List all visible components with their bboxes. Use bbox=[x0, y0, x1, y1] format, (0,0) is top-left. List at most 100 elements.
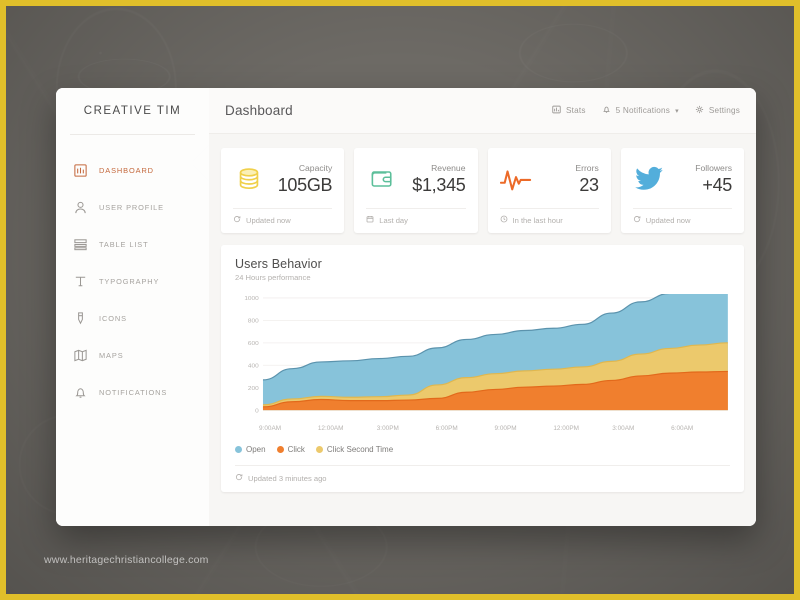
stacked-area-chart: 0 200 400 600 800 1000 bbox=[235, 294, 730, 422]
svg-text:600: 600 bbox=[248, 340, 259, 347]
card-text: Errors 23 bbox=[575, 162, 599, 196]
card-label: Errors bbox=[575, 163, 599, 173]
wallet-icon bbox=[366, 163, 398, 195]
sidebar-item-typography[interactable]: TYPOGRAPHY bbox=[56, 263, 209, 299]
map-icon bbox=[72, 347, 88, 363]
card-footer-label: Last day bbox=[379, 215, 408, 225]
sidebar-nav: DASHBOARD USER PROFILE TABLE LIST TYPOGR… bbox=[56, 135, 209, 410]
svg-text:800: 800 bbox=[248, 318, 259, 325]
sidebar-item-table-list[interactable]: TABLE LIST bbox=[56, 226, 209, 262]
card-text: Followers +45 bbox=[695, 162, 732, 196]
stat-card-capacity[interactable]: Capacity 105GB Updated now bbox=[221, 148, 345, 233]
card-value: $1,345 bbox=[412, 175, 466, 195]
sidebar-item-dashboard[interactable]: DASHBOARD bbox=[56, 152, 209, 188]
x-axis-tick-label: 9:00AM bbox=[259, 425, 282, 432]
content-area: Dashboard Stats 5 Notifications ▾ Settin… bbox=[209, 88, 756, 526]
stats-button[interactable]: Stats bbox=[552, 105, 586, 116]
content-scroll: Capacity 105GB Updated now Revenue $1,34… bbox=[209, 134, 756, 526]
sidebar-item-icons[interactable]: ICONS bbox=[56, 300, 209, 336]
card-value: +45 bbox=[702, 175, 732, 195]
sidebar-item-label: TABLE LIST bbox=[99, 239, 149, 249]
x-axis-tick-label: 3:00AM bbox=[612, 425, 635, 432]
chevron-down-icon: ▾ bbox=[675, 107, 679, 115]
sidebar-item-user-profile[interactable]: USER PROFILE bbox=[56, 189, 209, 225]
bell-icon bbox=[72, 384, 88, 400]
chart-footer: Updated 3 minutes ago bbox=[235, 465, 730, 492]
settings-label: Settings bbox=[708, 106, 740, 115]
stat-cards-row: Capacity 105GB Updated now Revenue $1,34… bbox=[221, 148, 744, 233]
chart-subtitle: 24 Hours performance bbox=[235, 273, 311, 282]
card-top: Capacity 105GB bbox=[233, 158, 333, 200]
chart-footer-label: Updated 3 minutes ago bbox=[248, 473, 327, 483]
users-behavior-chart-panel: Users Behavior 24 Hours performance 0 200… bbox=[221, 245, 744, 492]
pen-icon bbox=[72, 310, 88, 326]
page-title: Dashboard bbox=[225, 103, 293, 118]
card-footer-label: Updated now bbox=[246, 215, 291, 225]
topbar-actions: Stats 5 Notifications ▾ Settings bbox=[552, 105, 740, 116]
legend-item[interactable]: Click bbox=[276, 445, 305, 454]
screenshot-root: CREATIVE TIM DASHBOARD USER PROFILE TABL… bbox=[0, 0, 800, 600]
brand-title: CREATIVE TIM bbox=[83, 105, 182, 117]
legend-label: Open bbox=[246, 445, 266, 454]
card-label: Capacity bbox=[298, 163, 333, 173]
card-text: Capacity 105GB bbox=[278, 162, 333, 196]
clock-icon bbox=[500, 215, 508, 225]
card-top: Errors 23 bbox=[499, 158, 599, 200]
dashboard-icon bbox=[72, 162, 88, 178]
legend-label: Click Second Time bbox=[326, 445, 394, 454]
sidebar-item-label: ICONS bbox=[99, 313, 127, 323]
twitter-icon bbox=[633, 163, 665, 195]
x-axis-tick-label: 12:00AM bbox=[317, 425, 344, 432]
refresh-icon bbox=[633, 215, 641, 225]
card-top: Revenue $1,345 bbox=[366, 158, 466, 200]
stat-card-followers[interactable]: Followers +45 Updated now bbox=[620, 148, 744, 233]
legend-color-dot bbox=[235, 446, 242, 453]
bell-icon bbox=[602, 105, 611, 116]
x-axis-tick-label: 6:00AM bbox=[671, 425, 694, 432]
user-icon bbox=[72, 199, 88, 215]
table-icon bbox=[72, 236, 88, 252]
legend-color-dot bbox=[315, 446, 323, 453]
card-footer: In the last hour bbox=[499, 208, 599, 233]
card-footer-label: Updated now bbox=[645, 215, 691, 225]
sidebar-item-label: TYPOGRAPHY bbox=[99, 276, 160, 286]
chart-x-axis-labels: 9:00AM 12:00AM 3:00PM 6:00PM 9:00PM 12:00PM 3:… bbox=[235, 425, 730, 432]
card-footer: Last day bbox=[366, 208, 466, 233]
x-axis-tick-label: 12:00PM bbox=[553, 425, 579, 432]
sidebar-item-label: NOTIFICATIONS bbox=[99, 387, 168, 397]
x-axis-tick-label: 9:00PM bbox=[494, 425, 517, 432]
card-value: 23 bbox=[579, 175, 599, 195]
notifications-button[interactable]: 5 Notifications ▾ bbox=[602, 105, 679, 116]
legend-label: Click bbox=[287, 445, 305, 454]
svg-text:200: 200 bbox=[248, 385, 259, 392]
svg-text:400: 400 bbox=[248, 363, 259, 370]
x-axis-tick-label: 3:00PM bbox=[376, 425, 399, 432]
watermark: www.heritagechristiancollege.com bbox=[44, 554, 209, 566]
pulse-icon bbox=[499, 163, 532, 195]
legend-color-dot bbox=[276, 446, 284, 453]
calendar-icon bbox=[366, 215, 374, 225]
card-label: Revenue bbox=[431, 163, 466, 173]
settings-button[interactable]: Settings bbox=[695, 105, 740, 116]
stats-icon bbox=[552, 105, 561, 116]
sidebar: CREATIVE TIM DASHBOARD USER PROFILE TABL… bbox=[56, 88, 228, 526]
refresh-icon bbox=[233, 215, 241, 225]
stats-label: Stats bbox=[565, 106, 586, 115]
database-icon bbox=[233, 163, 265, 195]
notifications-label: 5 Notifications bbox=[615, 106, 671, 115]
svg-text:0: 0 bbox=[255, 408, 259, 415]
legend-item[interactable]: Open bbox=[235, 445, 266, 454]
legend-item[interactable]: Click Second Time bbox=[315, 445, 394, 454]
card-label: Followers bbox=[695, 163, 732, 173]
stat-card-revenue[interactable]: Revenue $1,345 Last day bbox=[354, 148, 478, 233]
stat-card-errors[interactable]: Errors 23 In the last hour bbox=[487, 148, 611, 233]
card-top: Followers +45 bbox=[633, 158, 732, 200]
sidebar-item-notifications[interactable]: NOTIFICATIONS bbox=[56, 374, 209, 410]
refresh-icon bbox=[235, 473, 243, 483]
card-footer: Updated now bbox=[233, 208, 333, 233]
card-text: Revenue $1,345 bbox=[412, 162, 466, 196]
chart-title: Users Behavior bbox=[235, 257, 322, 271]
chart-legend: Open Click Click Second Time bbox=[235, 445, 730, 454]
sidebar-item-label: DASHBOARD bbox=[99, 165, 154, 175]
sidebar-item-maps[interactable]: MAPS bbox=[56, 337, 209, 373]
